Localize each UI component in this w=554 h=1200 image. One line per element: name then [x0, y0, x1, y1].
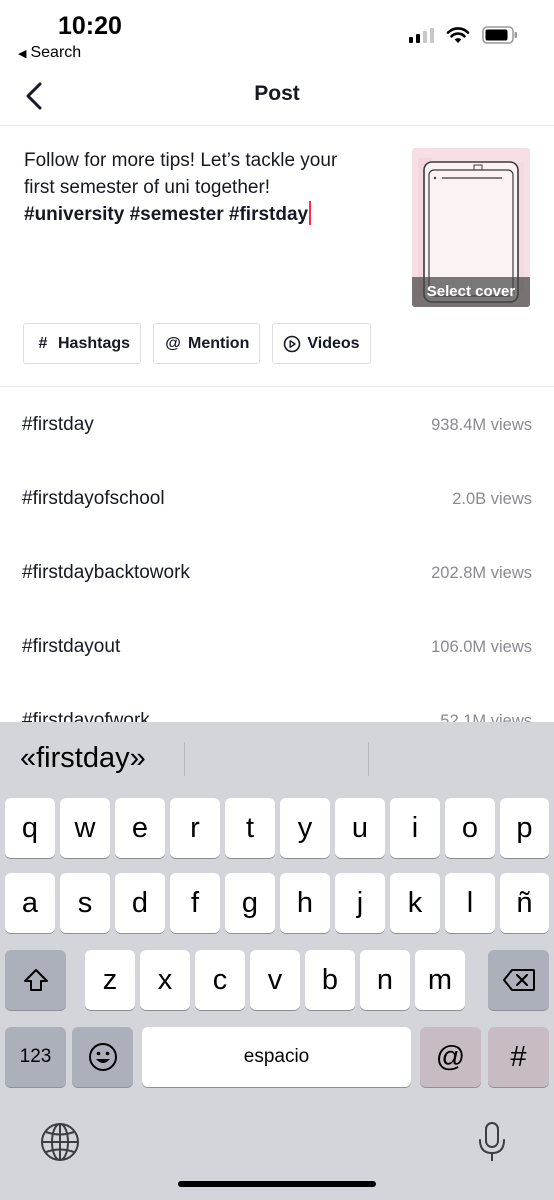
suggestion-views: 106.0M views: [431, 637, 532, 656]
key[interactable]: q: [5, 798, 55, 858]
hashtags-label: Hashtags: [58, 334, 131, 352]
key[interactable]: r: [170, 798, 220, 858]
back-to-search-link[interactable]: ◀ Search: [18, 44, 81, 62]
key[interactable]: l: [445, 873, 495, 933]
mention-button[interactable]: @ Mention: [153, 323, 261, 364]
list-item[interactable]: #firstdayofschool 2.0B views: [0, 462, 554, 536]
suggestion-tag: #firstday: [22, 414, 94, 435]
predictive-bar: «firstday»: [0, 722, 554, 798]
at-sign-icon: @: [165, 334, 181, 352]
suggestion-tag: #firstdayofschool: [22, 488, 165, 509]
key[interactable]: v: [250, 950, 300, 1010]
key[interactable]: ñ: [500, 873, 549, 933]
hashtags-button[interactable]: # Hashtags: [23, 323, 142, 364]
caption-input[interactable]: Follow for more tips! Let’s tackle your …: [24, 148, 392, 229]
status-time: 10:20: [58, 12, 122, 40]
triangle-left-icon: ◀: [18, 47, 27, 60]
caption-tools: # Hashtags @ Mention Videos: [23, 323, 371, 364]
key[interactable]: m: [415, 950, 465, 1010]
key[interactable]: c: [195, 950, 245, 1010]
suggestion-tag: #firstdayofwork: [22, 710, 150, 722]
emoji-key[interactable]: [72, 1027, 133, 1087]
emoji-smiley-icon: [88, 1043, 117, 1071]
caption-line-2: first semester of uni together!: [24, 176, 271, 198]
page-title: Post: [254, 82, 300, 105]
backspace-icon: [502, 969, 535, 991]
list-item[interactable]: #firstdaybacktowork 202.8M views: [0, 536, 554, 610]
shift-key[interactable]: [5, 950, 66, 1010]
videos-label: Videos: [307, 334, 360, 352]
status-icons: [409, 26, 518, 44]
suggestion-views: 2.0B views: [452, 489, 532, 508]
prediction-suggestion[interactable]: «firstday»: [20, 742, 146, 775]
key[interactable]: z: [85, 950, 135, 1010]
key[interactable]: y: [280, 798, 330, 858]
suggestion-tag: #firstdayout: [22, 636, 121, 657]
hashtag-icon: #: [38, 334, 48, 352]
prediction-divider: [368, 742, 369, 776]
keyboard: «firstday» q w e r t y u i o p a s d f g…: [0, 722, 554, 1200]
suggestion-tag: #firstdaybacktowork: [22, 562, 190, 583]
microphone-icon[interactable]: [470, 1120, 514, 1164]
cellular-signal-icon: [409, 27, 434, 43]
home-indicator[interactable]: [178, 1181, 376, 1187]
battery-icon: [482, 26, 517, 44]
back-to-search-label: Search: [30, 44, 82, 61]
key[interactable]: a: [5, 873, 55, 933]
caption-line-1: Follow for more tips! Let’s tackle your: [24, 150, 338, 171]
key[interactable]: b: [305, 950, 355, 1010]
delete-key[interactable]: [488, 950, 549, 1010]
key[interactable]: x: [140, 950, 190, 1010]
key[interactable]: i: [390, 798, 440, 858]
key[interactable]: t: [225, 798, 275, 858]
videos-button[interactable]: Videos: [272, 323, 371, 364]
suggestion-views: 52.1M views: [440, 711, 532, 723]
space-key[interactable]: espacio: [142, 1027, 411, 1087]
wifi-icon: [446, 27, 470, 43]
status-bar: 10:20 ◀ Search: [0, 0, 554, 66]
divider: [0, 386, 554, 387]
prediction-divider: [184, 742, 185, 776]
key[interactable]: h: [280, 873, 330, 933]
select-cover-label: Select cover: [412, 277, 530, 307]
key[interactable]: u: [335, 798, 385, 858]
caption-hashtags: #university #semester #firstday: [24, 204, 309, 225]
key[interactable]: w: [60, 798, 110, 858]
text-caret: [309, 201, 312, 225]
key[interactable]: p: [500, 798, 549, 858]
select-cover-button[interactable]: Select cover: [412, 148, 530, 307]
key[interactable]: k: [390, 873, 440, 933]
key[interactable]: j: [335, 873, 385, 933]
hash-key[interactable]: #: [488, 1027, 549, 1087]
play-circle-icon: [284, 335, 301, 352]
nav-header: Post: [0, 66, 554, 126]
suggestion-views: 202.8M views: [431, 563, 532, 582]
key[interactable]: s: [60, 873, 110, 933]
key[interactable]: g: [225, 873, 275, 933]
mention-label: Mention: [188, 334, 250, 352]
hashtag-suggestions: #firstday 938.4M views #firstdayofschool…: [0, 388, 554, 722]
shift-arrow-icon: [23, 969, 48, 991]
globe-icon[interactable]: [38, 1120, 82, 1164]
key[interactable]: n: [360, 950, 410, 1010]
key[interactable]: e: [115, 798, 165, 858]
suggestion-views: 938.4M views: [431, 415, 532, 434]
at-key[interactable]: @: [420, 1027, 481, 1087]
list-item[interactable]: #firstday 938.4M views: [0, 388, 554, 462]
list-item[interactable]: #firstdayout 106.0M views: [0, 610, 554, 684]
key[interactable]: f: [170, 873, 220, 933]
key[interactable]: d: [115, 873, 165, 933]
numbers-key[interactable]: 123: [5, 1027, 66, 1087]
list-item[interactable]: #firstdayofwork 52.1M views: [0, 684, 554, 722]
key[interactable]: o: [445, 798, 495, 858]
